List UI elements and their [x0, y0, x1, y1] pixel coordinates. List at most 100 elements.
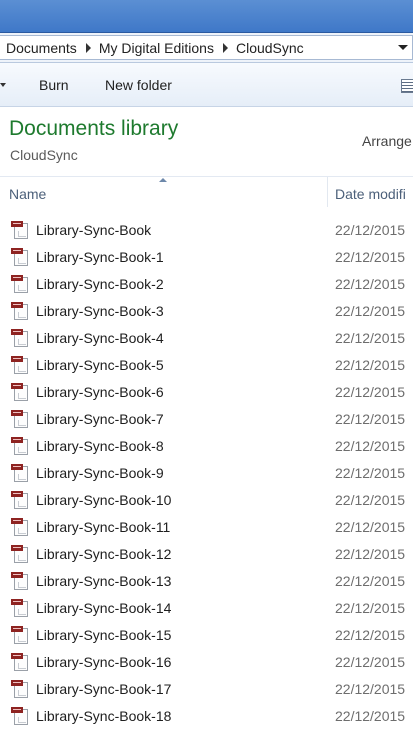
file-row[interactable]: Library-Sync-Book-12 22/12/2015	[0, 541, 413, 568]
change-view-icon[interactable]	[401, 79, 413, 93]
new-folder-button[interactable]: New folder	[105, 77, 172, 93]
html-document-icon	[11, 707, 30, 725]
file-date-modified: 22/12/2015	[335, 438, 406, 454]
file-row[interactable]: Library-Sync-Book-7 22/12/2015	[0, 406, 413, 433]
html-document-icon	[11, 437, 30, 455]
library-header: Documents library CloudSync Arrange	[0, 107, 413, 176]
command-toolbar: Burn New folder	[0, 63, 413, 107]
column-header-name[interactable]: Name	[9, 186, 46, 202]
file-row[interactable]: Library-Sync-Book-4 22/12/2015	[0, 325, 413, 352]
file-date-modified: 22/12/2015	[335, 546, 406, 562]
html-document-icon	[11, 248, 30, 266]
file-date-modified: 22/12/2015	[335, 384, 406, 400]
file-name: Library-Sync-Book-5	[36, 357, 164, 373]
column-header-date-modified[interactable]: Date modifi	[335, 186, 406, 202]
html-document-icon	[11, 680, 30, 698]
file-name: Library-Sync-Book-2	[36, 276, 164, 292]
html-document-icon	[11, 545, 30, 563]
toolbar-dropdown-arrow-icon[interactable]	[0, 83, 6, 87]
file-name: Library-Sync-Book-4	[36, 330, 164, 346]
file-name: Library-Sync-Book	[36, 222, 152, 238]
file-row[interactable]: Library-Sync-Book-3 22/12/2015	[0, 298, 413, 325]
library-subtitle: CloudSync	[10, 147, 78, 163]
breadcrumb-my-digital-editions[interactable]: My Digital Editions	[99, 40, 214, 56]
file-date-modified: 22/12/2015	[335, 249, 406, 265]
html-document-icon	[11, 518, 30, 536]
html-document-icon	[11, 221, 30, 239]
file-row[interactable]: Library-Sync-Book-9 22/12/2015	[0, 460, 413, 487]
file-name: Library-Sync-Book-17	[36, 681, 172, 697]
html-document-icon	[11, 356, 30, 374]
file-date-modified: 22/12/2015	[335, 303, 406, 319]
file-name: Library-Sync-Book-3	[36, 303, 164, 319]
file-date-modified: 22/12/2015	[335, 573, 406, 589]
file-row[interactable]: Library-Sync-Book-11 22/12/2015	[0, 514, 413, 541]
file-name: Library-Sync-Book-8	[36, 438, 164, 454]
file-name: Library-Sync-Book-15	[36, 627, 172, 643]
file-name: Library-Sync-Book-13	[36, 573, 172, 589]
file-row[interactable]: Library-Sync-Book-6 22/12/2015	[0, 379, 413, 406]
html-document-icon	[11, 410, 30, 428]
file-name: Library-Sync-Book-7	[36, 411, 164, 427]
breadcrumb-documents[interactable]: Documents	[6, 40, 77, 56]
breadcrumb-separator-icon[interactable]	[222, 42, 228, 53]
file-name: Library-Sync-Book-11	[36, 519, 171, 535]
file-row[interactable]: Library-Sync-Book-16 22/12/2015	[0, 649, 413, 676]
html-document-icon	[11, 329, 30, 347]
column-divider[interactable]	[327, 177, 328, 207]
file-date-modified: 22/12/2015	[335, 519, 406, 535]
file-date-modified: 22/12/2015	[335, 465, 406, 481]
file-name: Library-Sync-Book-10	[36, 492, 172, 508]
file-row[interactable]: Library-Sync-Book-15 22/12/2015	[0, 622, 413, 649]
sort-ascending-icon	[159, 178, 167, 182]
file-list: Library-Sync-Book 22/12/2015 Library-Sync-…	[0, 217, 413, 736]
file-row[interactable]: Library-Sync-Book-1 22/12/2015	[0, 244, 413, 271]
html-document-icon	[11, 275, 30, 293]
file-date-modified: 22/12/2015	[335, 708, 406, 724]
file-row[interactable]: Library-Sync-Book-13 22/12/2015	[0, 568, 413, 595]
file-row[interactable]: Library-Sync-Book-18 22/12/2015	[0, 703, 413, 730]
html-document-icon	[11, 572, 30, 590]
file-row[interactable]: Library-Sync-Book-2 22/12/2015	[0, 271, 413, 298]
file-date-modified: 22/12/2015	[335, 330, 406, 346]
html-document-icon	[11, 491, 30, 509]
file-row[interactable]: Library-Sync-Book-5 22/12/2015	[0, 352, 413, 379]
file-name: Library-Sync-Book-16	[36, 654, 172, 670]
file-row[interactable]: Library-Sync-Book 22/12/2015	[0, 217, 413, 244]
html-document-icon	[11, 383, 30, 401]
file-date-modified: 22/12/2015	[335, 600, 406, 616]
column-headers: Name Date modifi	[0, 176, 413, 208]
file-date-modified: 22/12/2015	[335, 276, 406, 292]
file-date-modified: 22/12/2015	[335, 411, 406, 427]
file-row[interactable]: Library-Sync-Book-10 22/12/2015	[0, 487, 413, 514]
file-row[interactable]: Library-Sync-Book-8 22/12/2015	[0, 433, 413, 460]
file-name: Library-Sync-Book-9	[36, 465, 164, 481]
file-row[interactable]: Library-Sync-Book-14 22/12/2015	[0, 595, 413, 622]
address-bar: Documents My Digital Editions CloudSync	[0, 33, 413, 63]
html-document-icon	[11, 464, 30, 482]
html-document-icon	[11, 599, 30, 617]
file-name: Library-Sync-Book-6	[36, 384, 164, 400]
file-date-modified: 22/12/2015	[335, 357, 406, 373]
arrange-by-button[interactable]: Arrange	[362, 133, 412, 149]
file-date-modified: 22/12/2015	[335, 654, 406, 670]
html-document-icon	[11, 302, 30, 320]
file-name: Library-Sync-Book-12	[36, 546, 172, 562]
breadcrumb[interactable]: Documents My Digital Editions CloudSync	[0, 35, 413, 60]
html-document-icon	[11, 653, 30, 671]
file-date-modified: 22/12/2015	[335, 681, 406, 697]
burn-button[interactable]: Burn	[39, 77, 69, 93]
file-date-modified: 22/12/2015	[335, 492, 406, 508]
html-document-icon	[11, 626, 30, 644]
file-date-modified: 22/12/2015	[335, 222, 406, 238]
breadcrumb-cloudsync[interactable]: CloudSync	[236, 40, 304, 56]
file-row[interactable]: Library-Sync-Book-17 22/12/2015	[0, 676, 413, 703]
file-name: Library-Sync-Book-1	[36, 249, 164, 265]
breadcrumb-separator-icon[interactable]	[85, 42, 91, 53]
file-name: Library-Sync-Book-18	[36, 708, 172, 724]
file-name: Library-Sync-Book-14	[36, 600, 172, 616]
file-date-modified: 22/12/2015	[335, 627, 406, 643]
address-dropdown-icon[interactable]	[398, 45, 408, 50]
library-title: Documents library	[9, 117, 179, 140]
window-titlebar	[0, 0, 413, 33]
